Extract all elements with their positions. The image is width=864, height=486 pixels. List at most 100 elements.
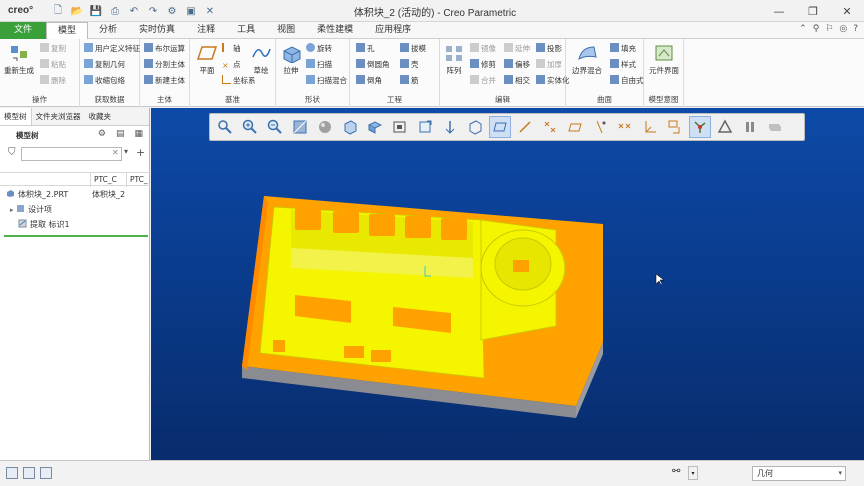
undo-icon[interactable]: ↶ <box>126 3 142 19</box>
find-dropdown-icon[interactable]: ▾ <box>688 466 698 480</box>
group-label-get-data[interactable]: 获取数据 <box>80 94 139 105</box>
component-interface-button[interactable]: 元件界面 <box>647 43 681 76</box>
new-file-icon[interactable]: 🗋 <box>50 3 66 19</box>
group-label-shapes[interactable]: 形状 <box>276 94 349 105</box>
extend-button[interactable]: 延伸 <box>504 43 530 55</box>
expand-arrow-icon[interactable]: ▸ <box>10 206 14 214</box>
settings-icon[interactable]: ◎ <box>839 24 847 34</box>
boolean-button[interactable]: 布尔运算 <box>144 43 185 55</box>
regenerate-button[interactable]: 重新生成 <box>2 43 36 76</box>
tab-flexible-modeling[interactable]: 柔性建模 <box>306 22 364 39</box>
tab-favorites[interactable]: 收藏夹 <box>85 108 116 125</box>
part-model[interactable] <box>151 108 864 460</box>
close-window-icon[interactable]: ✕ <box>202 3 218 19</box>
group-label-model-intent[interactable]: 模型意图 <box>644 94 683 105</box>
windows-icon[interactable]: ▣ <box>183 3 199 19</box>
csys-button[interactable]: 坐标系 <box>222 75 256 87</box>
tab-applications[interactable]: 应用程序 <box>364 22 422 39</box>
draft-button[interactable]: 拔模 <box>400 43 426 55</box>
tree-search-input[interactable] <box>21 147 122 161</box>
redo-icon[interactable]: ↷ <box>145 3 161 19</box>
minimize-ribbon-icon[interactable]: ⌃ <box>799 24 807 34</box>
minimize-button[interactable]: — <box>762 0 796 22</box>
round-button[interactable]: 倒圆角 <box>356 59 390 71</box>
point-button[interactable]: × 点 <box>222 59 241 71</box>
freeform-button[interactable]: 自由式 <box>610 75 644 87</box>
tab-tools[interactable]: 工具 <box>226 22 266 39</box>
regenerate-icon[interactable]: ⚙ <box>164 3 180 19</box>
graphics-window[interactable] <box>151 108 864 460</box>
group-label-editing[interactable]: 编辑 <box>440 94 565 105</box>
command-search-icon[interactable]: ⚐ <box>825 24 833 34</box>
fill-button[interactable]: 填充 <box>610 43 636 55</box>
sweep-button[interactable]: 扫描 <box>306 59 332 71</box>
boundary-blend-button[interactable]: 边界混合 <box>570 43 604 76</box>
column-header-ptc-common[interactable]: PTC_C <box>90 173 126 187</box>
thicken-button[interactable]: 加厚 <box>536 59 562 71</box>
search-help-icon[interactable]: ⚲ <box>813 24 820 34</box>
tab-analysis[interactable]: 分析 <box>88 22 128 39</box>
tree-filter-icon[interactable]: ▦ <box>134 129 143 139</box>
tab-live-simulation[interactable]: 实时仿真 <box>128 22 186 39</box>
plane-button[interactable]: 平面 <box>190 43 224 76</box>
pattern-button[interactable]: 阵列 <box>440 43 468 76</box>
funnel-icon[interactable]: ⛉ <box>8 147 16 158</box>
split-body-button[interactable]: 分割主体 <box>144 59 185 71</box>
help-icon[interactable]: ? <box>853 24 858 34</box>
browser-toggle-icon[interactable] <box>23 467 35 479</box>
copy-button[interactable]: 复制 <box>40 43 66 55</box>
paste-button[interactable]: 粘贴 <box>40 59 66 71</box>
tree-row-extract[interactable]: 提取 标识1 <box>0 218 150 231</box>
revolve-button[interactable]: 旋转 <box>306 43 332 55</box>
intersect-button[interactable]: 相交 <box>504 75 530 87</box>
restore-button[interactable]: ❐ <box>796 0 830 22</box>
tab-folder-browser[interactable]: 文件夹浏览器 <box>32 108 85 125</box>
style-button[interactable]: 样式 <box>610 59 636 71</box>
axis-button[interactable]: 轴 <box>222 43 241 55</box>
mirror-button[interactable]: 镜像 <box>470 43 496 55</box>
shell-button[interactable]: 壳 <box>400 59 419 71</box>
group-label-engineering[interactable]: 工程 <box>350 94 439 105</box>
extrude-button[interactable]: 拉伸 <box>276 43 306 76</box>
shrinkwrap-button[interactable]: 收缩包络 <box>84 75 125 87</box>
print-icon[interactable]: ⎙ <box>107 3 123 19</box>
swept-blend-button[interactable]: 扫描混合 <box>306 75 347 87</box>
tab-file[interactable]: 文件 <box>0 22 47 39</box>
group-label-operations[interactable]: 操作 <box>0 94 79 105</box>
find-icon[interactable]: ⚯ <box>672 466 680 477</box>
tree-settings-icon[interactable]: ⚙ <box>98 129 106 139</box>
trim-button[interactable]: 修剪 <box>470 59 496 71</box>
tab-model-tree[interactable]: 模型树 <box>0 108 32 125</box>
new-body-button[interactable]: 新建主体 <box>144 75 185 87</box>
selection-filter-dropdown[interactable]: 几何 ▾ <box>752 466 846 481</box>
tree-columns-icon[interactable]: ▤ <box>116 129 125 139</box>
save-icon[interactable]: 💾 <box>88 3 104 19</box>
group-label-body[interactable]: 主体 <box>140 94 189 105</box>
column-header-ptc[interactable]: PTC_ <box>126 173 150 187</box>
sketch-button[interactable]: 草绘 <box>246 43 276 76</box>
tree-row-root[interactable]: 体积块_2.PRT 体积块_2 <box>0 188 150 201</box>
rib-button[interactable]: 筋 <box>400 75 419 87</box>
hole-button[interactable]: 孔 <box>356 43 375 55</box>
solidify-button[interactable]: 实体化 <box>536 75 570 87</box>
offset-button[interactable]: 偏移 <box>504 59 530 71</box>
add-icon[interactable]: + <box>136 146 145 159</box>
tab-model[interactable]: 模型 <box>46 22 89 39</box>
merge-button[interactable]: 合并 <box>470 75 496 87</box>
tab-annotate[interactable]: 注释 <box>186 22 226 39</box>
open-file-icon[interactable]: 📂 <box>69 3 85 19</box>
full-screen-toggle-icon[interactable] <box>40 467 52 479</box>
udf-button[interactable]: 用户定义特征 <box>84 43 140 55</box>
search-options-icon[interactable]: ▾ <box>124 147 128 156</box>
group-label-datum[interactable]: 基准 <box>190 94 275 105</box>
tab-view[interactable]: 视图 <box>266 22 306 39</box>
group-label-surfaces[interactable]: 曲面 <box>566 94 643 105</box>
clear-search-icon[interactable]: ✕ <box>112 148 119 157</box>
tree-row-design-items[interactable]: ▸ 设计项 <box>0 203 150 216</box>
project-button[interactable]: 投影 <box>536 43 562 55</box>
close-button[interactable]: ✕ <box>830 0 864 22</box>
chamfer-button[interactable]: 倒角 <box>356 75 382 87</box>
navigator-toggle-icon[interactable] <box>6 467 18 479</box>
delete-button[interactable]: 删除 <box>40 75 66 87</box>
copy-geometry-button[interactable]: 复制几何 <box>84 59 125 71</box>
